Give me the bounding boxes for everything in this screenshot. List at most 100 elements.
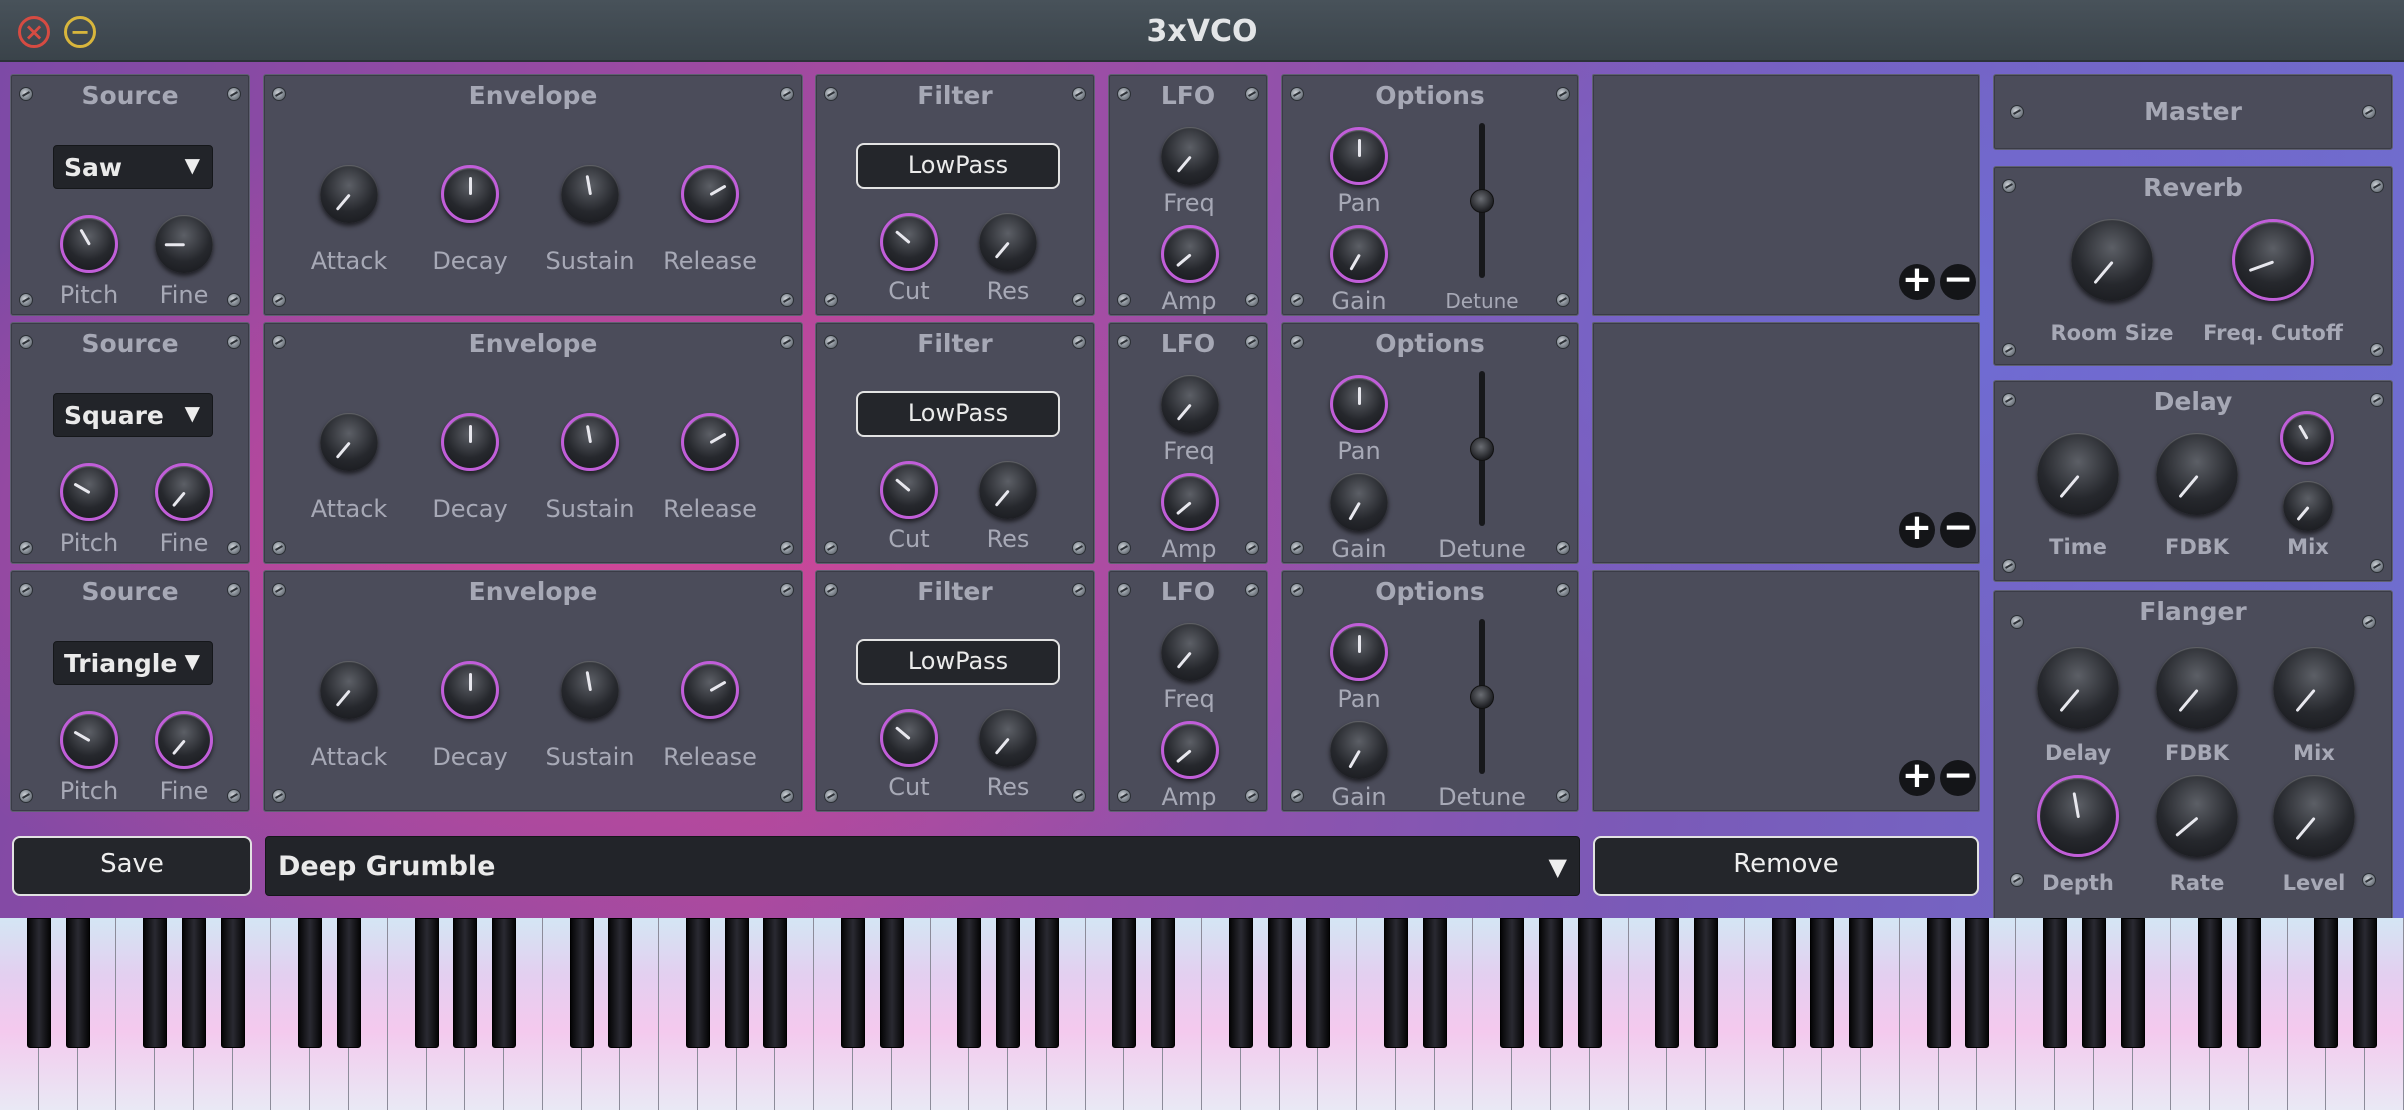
- delay-feedback-knob[interactable]: [2156, 433, 2238, 515]
- black-key[interactable]: [1694, 918, 1719, 1048]
- pitch-knob-3[interactable]: [60, 711, 118, 769]
- black-key[interactable]: [841, 918, 866, 1048]
- waveform-dropdown-2[interactable]: Square ▼: [53, 393, 213, 437]
- black-key[interactable]: [763, 918, 788, 1048]
- fine-knob-2[interactable]: [155, 463, 213, 521]
- black-key[interactable]: [2353, 918, 2378, 1048]
- attack-knob-1[interactable]: [320, 165, 378, 223]
- black-key[interactable]: [996, 918, 1021, 1048]
- flanger-mix-knob[interactable]: [2273, 647, 2355, 729]
- lfo-freq-knob-2[interactable]: [1161, 375, 1219, 433]
- black-key[interactable]: [1306, 918, 1331, 1048]
- pitch-knob-2[interactable]: [60, 463, 118, 521]
- black-key[interactable]: [1810, 918, 1835, 1048]
- delay-extra-knob[interactable]: [2280, 411, 2334, 465]
- save-button[interactable]: Save: [12, 836, 252, 896]
- black-key[interactable]: [1228, 918, 1253, 1048]
- black-key[interactable]: [414, 918, 439, 1048]
- black-key[interactable]: [1383, 918, 1408, 1048]
- remove-preset-button[interactable]: Remove: [1593, 836, 1979, 896]
- decay-knob-1[interactable]: [441, 165, 499, 223]
- black-key[interactable]: [26, 918, 51, 1048]
- black-key[interactable]: [220, 918, 245, 1048]
- black-key[interactable]: [453, 918, 478, 1048]
- add-voice-button-2[interactable]: +: [1899, 510, 1935, 548]
- remove-voice-button-2[interactable]: −: [1940, 510, 1976, 548]
- black-key[interactable]: [336, 918, 361, 1048]
- black-key[interactable]: [724, 918, 749, 1048]
- black-key[interactable]: [685, 918, 710, 1048]
- pan-knob-3[interactable]: [1330, 623, 1388, 681]
- black-key[interactable]: [2120, 918, 2145, 1048]
- release-knob-1[interactable]: [681, 165, 739, 223]
- pan-knob-2[interactable]: [1330, 375, 1388, 433]
- attack-knob-3[interactable]: [320, 661, 378, 719]
- black-key[interactable]: [492, 918, 517, 1048]
- waveform-dropdown-3[interactable]: Triangle ▼: [53, 641, 213, 685]
- flanger-depth-knob[interactable]: [2037, 775, 2119, 857]
- black-key[interactable]: [1965, 918, 1990, 1048]
- detune-slider-thumb[interactable]: [1470, 189, 1494, 213]
- flanger-level-knob[interactable]: [2273, 775, 2355, 857]
- delay-mix-knob[interactable]: [2283, 481, 2333, 531]
- resonance-knob-3[interactable]: [979, 709, 1037, 767]
- cutoff-knob-3[interactable]: [880, 709, 938, 767]
- black-key[interactable]: [2236, 918, 2261, 1048]
- black-key[interactable]: [65, 918, 90, 1048]
- black-key[interactable]: [1771, 918, 1796, 1048]
- black-key[interactable]: [2081, 918, 2106, 1048]
- lfo-freq-knob-3[interactable]: [1161, 623, 1219, 681]
- piano-keyboard[interactable]: [0, 918, 2404, 1110]
- lfo-amp-knob-2[interactable]: [1161, 473, 1219, 531]
- black-key[interactable]: [1151, 918, 1176, 1048]
- filter-type-select-1[interactable]: LowPass: [856, 143, 1060, 189]
- release-knob-2[interactable]: [681, 413, 739, 471]
- detune-slider-2[interactable]: [1470, 371, 1494, 526]
- flanger-rate-knob[interactable]: [2156, 775, 2238, 857]
- black-key[interactable]: [1926, 918, 1951, 1048]
- gain-knob-1[interactable]: [1330, 225, 1388, 283]
- decay-knob-2[interactable]: [441, 413, 499, 471]
- cutoff-knob-1[interactable]: [880, 213, 938, 271]
- release-knob-3[interactable]: [681, 661, 739, 719]
- remove-voice-button-1[interactable]: −: [1940, 262, 1976, 300]
- black-key[interactable]: [879, 918, 904, 1048]
- filter-type-select-3[interactable]: LowPass: [856, 639, 1060, 685]
- gain-knob-2[interactable]: [1330, 473, 1388, 531]
- black-key[interactable]: [1422, 918, 1447, 1048]
- preset-dropdown[interactable]: Deep Grumble ▼: [265, 836, 1580, 896]
- detune-slider-3[interactable]: [1470, 619, 1494, 774]
- lfo-freq-knob-1[interactable]: [1161, 127, 1219, 185]
- resonance-knob-1[interactable]: [979, 213, 1037, 271]
- black-key[interactable]: [1655, 918, 1680, 1048]
- black-key[interactable]: [143, 918, 168, 1048]
- detune-slider-thumb[interactable]: [1470, 685, 1494, 709]
- black-key[interactable]: [2314, 918, 2339, 1048]
- black-key[interactable]: [957, 918, 982, 1048]
- resonance-knob-2[interactable]: [979, 461, 1037, 519]
- black-key[interactable]: [569, 918, 594, 1048]
- gain-knob-3[interactable]: [1330, 721, 1388, 779]
- black-key[interactable]: [2043, 918, 2068, 1048]
- sustain-knob-1[interactable]: [561, 165, 619, 223]
- black-key[interactable]: [1500, 918, 1525, 1048]
- filter-type-select-2[interactable]: LowPass: [856, 391, 1060, 437]
- sustain-knob-3[interactable]: [561, 661, 619, 719]
- black-key[interactable]: [181, 918, 206, 1048]
- black-key[interactable]: [298, 918, 323, 1048]
- decay-knob-3[interactable]: [441, 661, 499, 719]
- flanger-feedback-knob[interactable]: [2156, 647, 2238, 729]
- attack-knob-2[interactable]: [320, 413, 378, 471]
- pitch-knob-1[interactable]: [60, 215, 118, 273]
- pan-knob-1[interactable]: [1330, 127, 1388, 185]
- black-key[interactable]: [1267, 918, 1292, 1048]
- delay-time-knob[interactable]: [2037, 433, 2119, 515]
- lfo-amp-knob-3[interactable]: [1161, 721, 1219, 779]
- fine-knob-3[interactable]: [155, 711, 213, 769]
- fine-knob-1[interactable]: [155, 215, 213, 273]
- detune-slider-thumb[interactable]: [1470, 437, 1494, 461]
- black-key[interactable]: [1112, 918, 1137, 1048]
- black-key[interactable]: [2198, 918, 2223, 1048]
- flanger-delay-knob[interactable]: [2037, 647, 2119, 729]
- waveform-dropdown-1[interactable]: Saw ▼: [53, 145, 213, 189]
